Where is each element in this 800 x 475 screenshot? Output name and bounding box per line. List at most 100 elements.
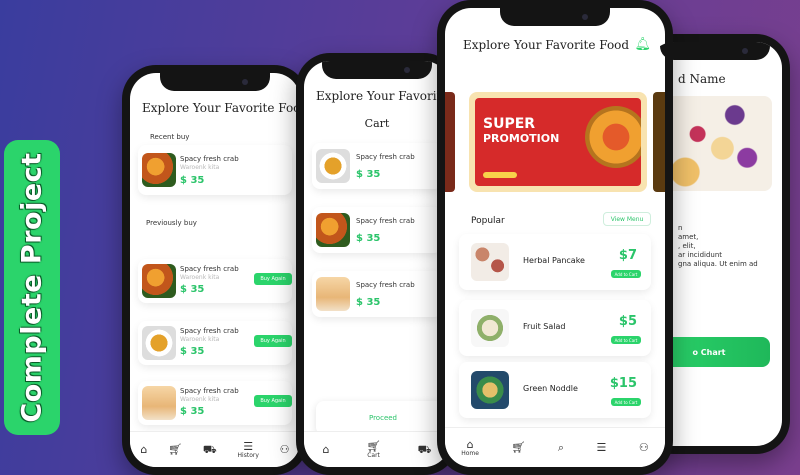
list-item[interactable]: Spacy fresh crab Waroenk kita $ 35 Buy A… [138, 321, 292, 365]
item-price: $ 35 [180, 175, 205, 186]
bell-icon[interactable]: 🔔︎ [634, 38, 651, 51]
food-image [316, 213, 350, 247]
bottom-nav: ⌂ 🛒︎ ⛟ ☰ History ⚇ [130, 431, 300, 467]
cart-screen: Explore Your Favorite Food Cart Spacy fr… [304, 61, 450, 467]
nav-home-label: Home [461, 449, 479, 457]
notch [660, 42, 770, 60]
nav-home[interactable]: ⌂ [140, 444, 147, 455]
promo-cta [483, 172, 517, 178]
nav-cart[interactable]: 🛒︎ [168, 444, 182, 455]
nav-list[interactable]: ☰ [597, 442, 607, 453]
item-price: $ 35 [356, 233, 381, 244]
nav-delivery[interactable]: ⛟ [418, 444, 432, 455]
promo-line1: SUPER [483, 116, 536, 132]
banner-prev[interactable] [445, 92, 455, 192]
list-item[interactable]: Spacy fresh crab $ 35 [312, 143, 442, 189]
page-title: Explore Your Favorite Food [463, 38, 630, 52]
list-icon: ☰ [596, 441, 607, 454]
list-item[interactable]: Spacy fresh crab Waroenk kita $ 35 Buy A… [138, 259, 292, 303]
user-icon: ⚇ [638, 441, 649, 454]
cart-title: Cart [364, 117, 390, 130]
cart-icon: 🛒︎ [366, 439, 381, 453]
food-image [316, 149, 350, 183]
list-item[interactable]: Spacy fresh crab Waroenk kita $ 35 Buy A… [138, 381, 292, 425]
search-icon: ⌕ [557, 441, 565, 454]
item-name: Spacy fresh crab [356, 153, 415, 161]
popular-label: Popular [471, 216, 505, 226]
home-icon: ⌂ [466, 437, 474, 451]
item-price: $5 [618, 314, 637, 329]
nav-history-label: History [237, 451, 259, 459]
nav-profile[interactable]: ⚇ [639, 442, 649, 453]
badge-label: Complete Project [16, 152, 48, 423]
phone-home: Explore Your Favorite Food 🔔︎ SUPER PROM… [437, 0, 673, 475]
description-line: gna aliqua. Ut enim ad [678, 260, 758, 268]
nav-profile[interactable]: ⚇ [280, 444, 290, 455]
page-title: Explore Your Favorite Food [142, 101, 300, 115]
buy-again-button[interactable]: Buy Again [254, 335, 292, 347]
page-title: Explore Your Favorite Food [316, 89, 450, 103]
list-item[interactable]: Spacy fresh crab $ 35 [312, 207, 442, 253]
view-menu-button[interactable]: View Menu [603, 212, 651, 226]
list-icon: ☰ [243, 439, 254, 453]
recent-buy-label: Recent buy [150, 133, 190, 141]
food-image [316, 277, 350, 311]
notch [500, 8, 610, 26]
item-name: Fruit Salad [523, 322, 566, 331]
description: n amet, , elit, ar incididunt gna aliqua… [678, 224, 758, 269]
nav-cart[interactable]: 🛒︎ Cart [367, 441, 381, 459]
description-line: n [678, 224, 683, 232]
buy-again-button[interactable]: Buy Again [254, 273, 292, 285]
description-line: ar incididunt [678, 251, 723, 259]
food-image [471, 309, 509, 347]
item-subtitle: Waroenk kita [180, 164, 220, 171]
nav-home[interactable]: ⌂ Home [461, 439, 479, 457]
item-name: Spacy fresh crab [180, 265, 239, 273]
buy-again-button[interactable]: Buy Again [254, 395, 292, 407]
list-item[interactable]: Herbal Pancake $7 Add to Cart [459, 234, 651, 290]
item-name: Green Noddle [523, 384, 578, 393]
add-to-cart-button[interactable]: Add to Cart [611, 336, 641, 344]
cart-icon: 🛒︎ [511, 441, 526, 454]
item-name: Herbal Pancake [523, 256, 585, 265]
item-subtitle: Waroenk kita [180, 336, 220, 343]
promo-banner[interactable]: SUPER PROMOTION [469, 92, 647, 192]
history-screen: Explore Your Favorite Food Recent buy Sp… [130, 73, 300, 467]
notch [322, 61, 432, 79]
previously-buy-label: Previously buy [146, 219, 197, 227]
proceed-button[interactable]: Proceed [316, 401, 450, 435]
bottom-nav: ⌂ Home 🛒︎ ⌕ ☰ ⚇ [445, 427, 665, 467]
item-price: $ 35 [180, 346, 205, 357]
truck-icon: ⛟ [202, 443, 217, 456]
food-image [142, 153, 176, 187]
add-to-cart-button[interactable]: Add to Cart [611, 398, 641, 406]
list-item[interactable]: Spacy fresh crab $ 35 [312, 271, 442, 317]
nav-delivery[interactable]: ⛟ [203, 444, 217, 455]
nav-search[interactable]: ⌕ [558, 442, 564, 453]
truck-icon: ⛟ [417, 443, 432, 456]
item-price: $15 [609, 376, 637, 391]
add-to-cart-button[interactable]: Add to Cart [611, 270, 641, 278]
banner-next[interactable] [653, 92, 665, 192]
item-subtitle: Waroenk kita [180, 396, 220, 403]
item-name: Spacy fresh crab [356, 217, 415, 225]
pizza-image [585, 106, 641, 168]
item-price: $7 [618, 248, 637, 263]
complete-project-badge: Complete Project [4, 140, 60, 435]
bottom-nav: ⌂ 🛒︎ Cart ⛟ [304, 431, 450, 467]
nav-home[interactable]: ⌂ [323, 444, 330, 455]
list-item[interactable]: Fruit Salad $5 Add to Cart [459, 300, 651, 356]
nav-history[interactable]: ☰ History [238, 441, 259, 459]
description-line: , elit, [678, 242, 696, 250]
item-price: $ 35 [180, 406, 205, 417]
item-name: Spacy fresh crab [180, 387, 239, 395]
food-image [471, 371, 509, 409]
item-price: $ 35 [356, 169, 381, 180]
item-name: Spacy fresh crab [180, 155, 239, 163]
list-item[interactable]: Green Noddle $15 Add to Cart [459, 362, 651, 418]
phone-history: Explore Your Favorite Food Recent buy Sp… [122, 65, 308, 475]
recent-item[interactable]: Spacy fresh crab Waroenk kita $ 35 [138, 145, 292, 195]
detail-title: d Name [678, 72, 726, 86]
item-name: Spacy fresh crab [180, 327, 239, 335]
nav-cart[interactable]: 🛒︎ [511, 442, 525, 453]
